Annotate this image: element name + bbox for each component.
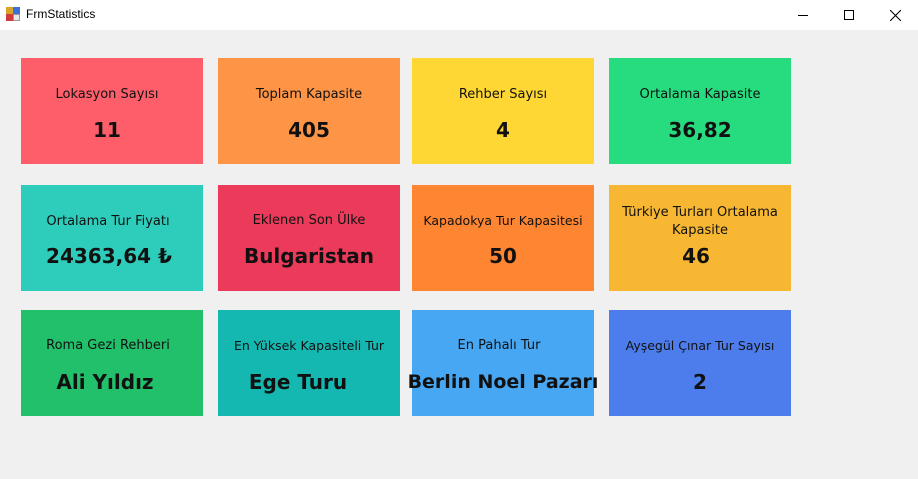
stat-label: Eklenen Son Ülke <box>252 213 366 228</box>
stat-label: Ortalama Kapasite <box>639 87 761 102</box>
title-bar: FrmStatistics <box>0 0 918 30</box>
stat-value: 2 <box>693 370 707 394</box>
stat-value: 11 <box>93 118 121 142</box>
window-title: FrmStatistics <box>26 7 96 21</box>
stat-card-highest-capacity-tour: En Yüksek Kapasiteli Tur Ege Turu <box>218 310 400 416</box>
maximize-button[interactable] <box>826 0 872 30</box>
stat-card-rome-guide: Roma Gezi Rehberi Ali Yıldız <box>21 310 203 416</box>
stat-value: Ege Turu <box>248 370 348 394</box>
stat-label: Ortalama Tur Fiyatı <box>46 214 170 229</box>
stat-card-cappadocia-capacity: Kapadokya Tur Kapasitesi 50 <box>412 185 594 291</box>
stat-card-most-expensive-tour: En Pahalı Tur Berlin Noel Pazarı <box>408 310 598 416</box>
stat-value: 24363,64 ₺ <box>46 244 172 268</box>
stat-value: 46 <box>682 244 710 268</box>
app-form-icon[interactable] <box>6 7 20 21</box>
stat-card-guide-count: Rehber Sayısı 4 <box>412 58 594 164</box>
stat-value: 405 <box>288 118 330 142</box>
maximize-icon <box>844 10 854 20</box>
stat-value: Berlin Noel Pazarı <box>407 371 599 393</box>
stat-label: En Pahalı Tur <box>457 338 541 353</box>
stat-value: Bulgaristan <box>243 244 375 268</box>
stat-card-average-capacity: Ortalama Kapasite 36,82 <box>609 58 791 164</box>
minimize-icon <box>798 15 808 16</box>
stat-label: En Yüksek Kapasiteli Tur <box>233 338 385 353</box>
stat-label: Roma Gezi Rehberi <box>46 338 170 353</box>
stat-card-total-capacity: Toplam Kapasite 405 <box>218 58 400 164</box>
stat-label: Ayşegül Çınar Tur Sayısı <box>625 338 775 353</box>
stat-value: Ali Yıldız <box>56 370 154 394</box>
stat-card-last-added-country: Eklenen Son Ülke Bulgaristan <box>218 185 400 291</box>
close-button[interactable] <box>872 0 918 30</box>
stat-value: 4 <box>496 118 510 142</box>
stat-label: Lokasyon Sayısı <box>55 87 159 102</box>
stat-label: Türkiye Turları Ortalama Kapasite <box>622 205 778 238</box>
stat-label: Toplam Kapasite <box>255 87 363 102</box>
stat-label: Rehber Sayısı <box>458 87 548 102</box>
close-icon <box>889 9 901 21</box>
minimize-button[interactable] <box>780 0 826 30</box>
stat-card-location-count: Lokasyon Sayısı 11 <box>21 58 203 164</box>
stat-value: 36,82 <box>668 118 732 142</box>
stat-card-average-tour-price: Ortalama Tur Fiyatı 24363,64 ₺ <box>21 185 203 291</box>
stat-value: 50 <box>489 244 517 268</box>
stat-card-turkey-average-capacity: Türkiye Turları Ortalama Kapasite 46 <box>609 185 791 291</box>
stat-label: Kapadokya Tur Kapasitesi <box>423 213 583 228</box>
stat-card-aysegul-tour-count: Ayşegül Çınar Tur Sayısı 2 <box>609 310 791 416</box>
